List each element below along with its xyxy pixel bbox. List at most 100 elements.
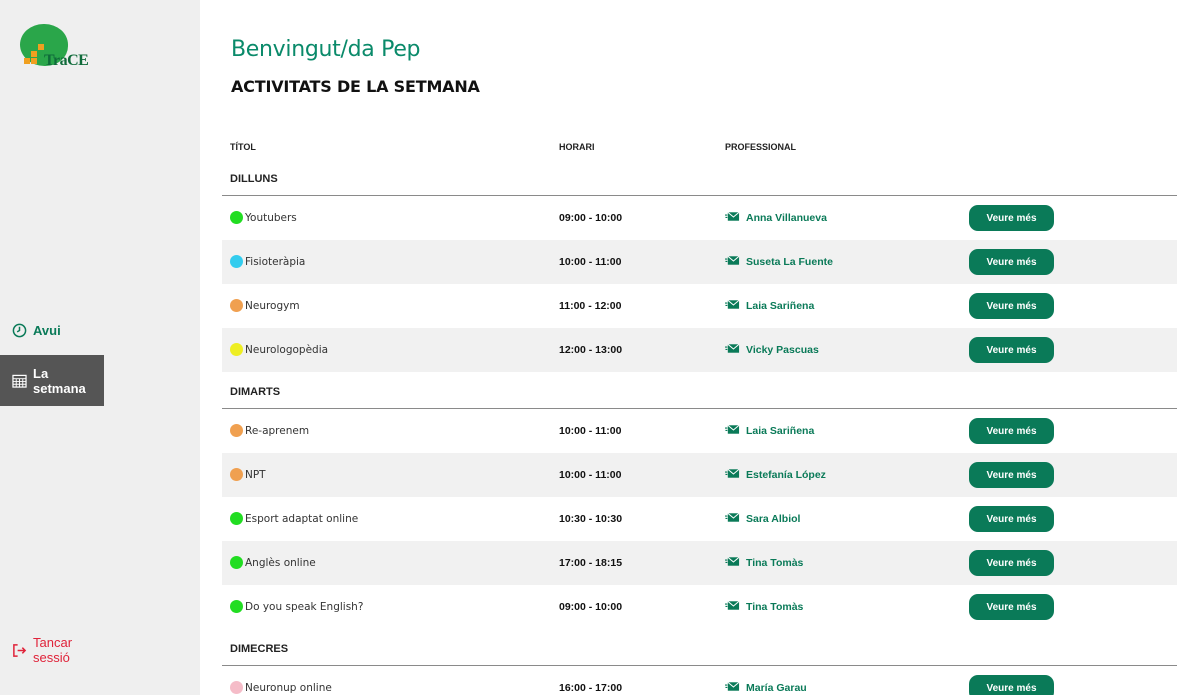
activity-title: Re-aprenem — [245, 425, 310, 437]
activity-color-dot — [230, 299, 243, 312]
day-header: DIMECRES — [222, 629, 1177, 666]
professional-name[interactable]: Anna Villanueva — [746, 212, 827, 224]
activity-time: 11:00 - 12:00 — [559, 300, 622, 312]
table-row: Anglès online 17:00 - 18:15 Tina Tomàs Veur… — [222, 541, 1177, 585]
see-more-button[interactable]: Veure més — [969, 249, 1054, 275]
mail-icon-wrapper[interactable] — [725, 468, 740, 482]
mail-icon-wrapper[interactable] — [725, 299, 740, 313]
mail-icon-wrapper[interactable] — [725, 600, 740, 614]
mail-icon — [725, 343, 740, 353]
activity-title: Do you speak English? — [245, 601, 364, 613]
welcome-heading: Benvingut/da Pep — [231, 37, 421, 62]
nav-week-label: La setmana — [33, 365, 86, 396]
logo-text: TraCE — [44, 52, 89, 69]
see-more-button[interactable]: Veure més — [969, 594, 1054, 620]
professional-name[interactable]: Laia Sariñena — [746, 300, 814, 312]
activity-time: 12:00 - 13:00 — [559, 344, 623, 356]
see-more-button[interactable]: Veure més — [969, 462, 1054, 488]
day-header: DIMARTS — [222, 372, 1177, 409]
activity-time: 10:00 - 11:00 — [559, 469, 622, 481]
day-name: DIMECRES — [230, 643, 289, 655]
calendar-icon — [12, 374, 27, 388]
logo-square — [38, 44, 44, 50]
activity-title: Neurogym — [245, 300, 300, 312]
mail-icon-wrapper[interactable] — [725, 556, 740, 570]
table-row: Do you speak English? 09:00 - 10:00 Tina T… — [222, 585, 1177, 629]
mail-icon-wrapper[interactable] — [725, 512, 740, 526]
see-more-button[interactable]: Veure més — [969, 293, 1054, 319]
table-row: Neurologopèdia 12:00 - 13:00 Vicky Pascuas… — [222, 328, 1177, 372]
activities-table: TÍTOL HORARI PROFESSIONAL DILLUNS Youtube… — [222, 135, 1177, 695]
see-more-button[interactable]: Veure més — [969, 205, 1054, 231]
see-more-button[interactable]: Veure més — [969, 337, 1054, 363]
mail-icon-wrapper[interactable] — [725, 211, 740, 225]
professional-name[interactable]: Vicky Pascuas — [746, 344, 819, 356]
activity-color-dot — [230, 468, 243, 481]
logo-square — [31, 58, 37, 64]
logout-label: Tancar sessió — [33, 635, 73, 665]
activity-time: 09:00 - 10:00 — [559, 601, 623, 613]
sidebar: TraCE Avui La setmana Tancar sessió — [0, 0, 200, 695]
activity-color-dot — [230, 211, 243, 224]
table-row: Fisioteràpia 10:00 - 11:00 Suseta La Fuent… — [222, 240, 1177, 284]
professional-name[interactable]: Sara Albiol — [746, 513, 800, 525]
nav-week[interactable]: La setmana — [0, 355, 104, 406]
activity-color-dot — [230, 424, 243, 437]
activity-time: 10:00 - 11:00 — [559, 256, 622, 268]
page-title: ACTIVITATS DE LA SETMANA — [231, 77, 480, 96]
column-header-time: HORARI — [559, 142, 595, 152]
see-more-button[interactable]: Veure més — [969, 675, 1054, 695]
activity-title: Fisioteràpia — [245, 256, 306, 268]
mail-icon-wrapper[interactable] — [725, 255, 740, 269]
activity-title: Esport adaptat online — [245, 513, 359, 525]
nav-today[interactable]: Avui — [0, 318, 104, 342]
professional-name[interactable]: Tina Tomàs — [746, 601, 803, 613]
professional-name[interactable]: María Garau — [746, 682, 807, 694]
professional-name[interactable]: Suseta La Fuente — [746, 256, 833, 268]
column-header-title: TÍTOL — [230, 142, 256, 152]
activity-time: 09:00 - 10:00 — [559, 212, 623, 224]
mail-icon-wrapper[interactable] — [725, 424, 740, 438]
mail-icon-wrapper[interactable] — [725, 681, 740, 695]
activity-title: Neuronup online — [245, 682, 332, 694]
mail-icon — [725, 211, 740, 221]
trace-logo[interactable]: TraCE — [20, 24, 89, 72]
mail-icon — [725, 556, 740, 566]
activity-color-dot — [230, 255, 243, 268]
activity-color-dot — [230, 512, 243, 525]
table-header: TÍTOL HORARI PROFESSIONAL — [222, 135, 1177, 159]
activity-color-dot — [230, 600, 243, 613]
activity-time: 10:30 - 10:30 — [559, 513, 623, 525]
table-body: DILLUNS Youtubers 09:00 - 10:00 Anna Villan… — [222, 159, 1177, 695]
see-more-button[interactable]: Veure més — [969, 506, 1054, 532]
activity-color-dot — [230, 556, 243, 569]
mail-icon — [725, 299, 740, 309]
mail-icon — [725, 512, 740, 522]
mail-icon — [725, 255, 740, 265]
activity-title: NPT — [245, 469, 266, 481]
table-row: Esport adaptat online 10:30 - 10:30 Sara A… — [222, 497, 1177, 541]
professional-name[interactable]: Estefanía López — [746, 469, 826, 481]
professional-name[interactable]: Laia Sariñena — [746, 425, 814, 437]
activity-title: Anglès online — [245, 557, 316, 569]
table-row: NPT 10:00 - 11:00 Estefanía López Veure més — [222, 453, 1177, 497]
activity-time: 10:00 - 11:00 — [559, 425, 622, 437]
see-more-button[interactable]: Veure més — [969, 418, 1054, 444]
see-more-button[interactable]: Veure més — [969, 550, 1054, 576]
table-row: Neurogym 11:00 - 12:00 Laia Sariñena Veure … — [222, 284, 1177, 328]
activity-color-dot — [230, 681, 243, 694]
activity-time: 17:00 - 18:15 — [559, 557, 623, 569]
logo-square — [31, 51, 37, 57]
professional-name[interactable]: Tina Tomàs — [746, 557, 803, 569]
logout-icon — [13, 643, 27, 657]
mail-icon-wrapper[interactable] — [725, 343, 740, 357]
activity-title: Youtubers — [245, 212, 297, 224]
mail-icon — [725, 468, 740, 478]
mail-icon — [725, 600, 740, 610]
nav-today-label: Avui — [33, 322, 61, 338]
day-name: DILLUNS — [230, 173, 278, 185]
day-header: DILLUNS — [222, 159, 1177, 196]
logout-button[interactable]: Tancar sessió — [0, 635, 104, 665]
mail-icon — [725, 424, 740, 434]
table-row: Re-aprenem 10:00 - 11:00 Laia Sariñena Veur… — [222, 409, 1177, 453]
